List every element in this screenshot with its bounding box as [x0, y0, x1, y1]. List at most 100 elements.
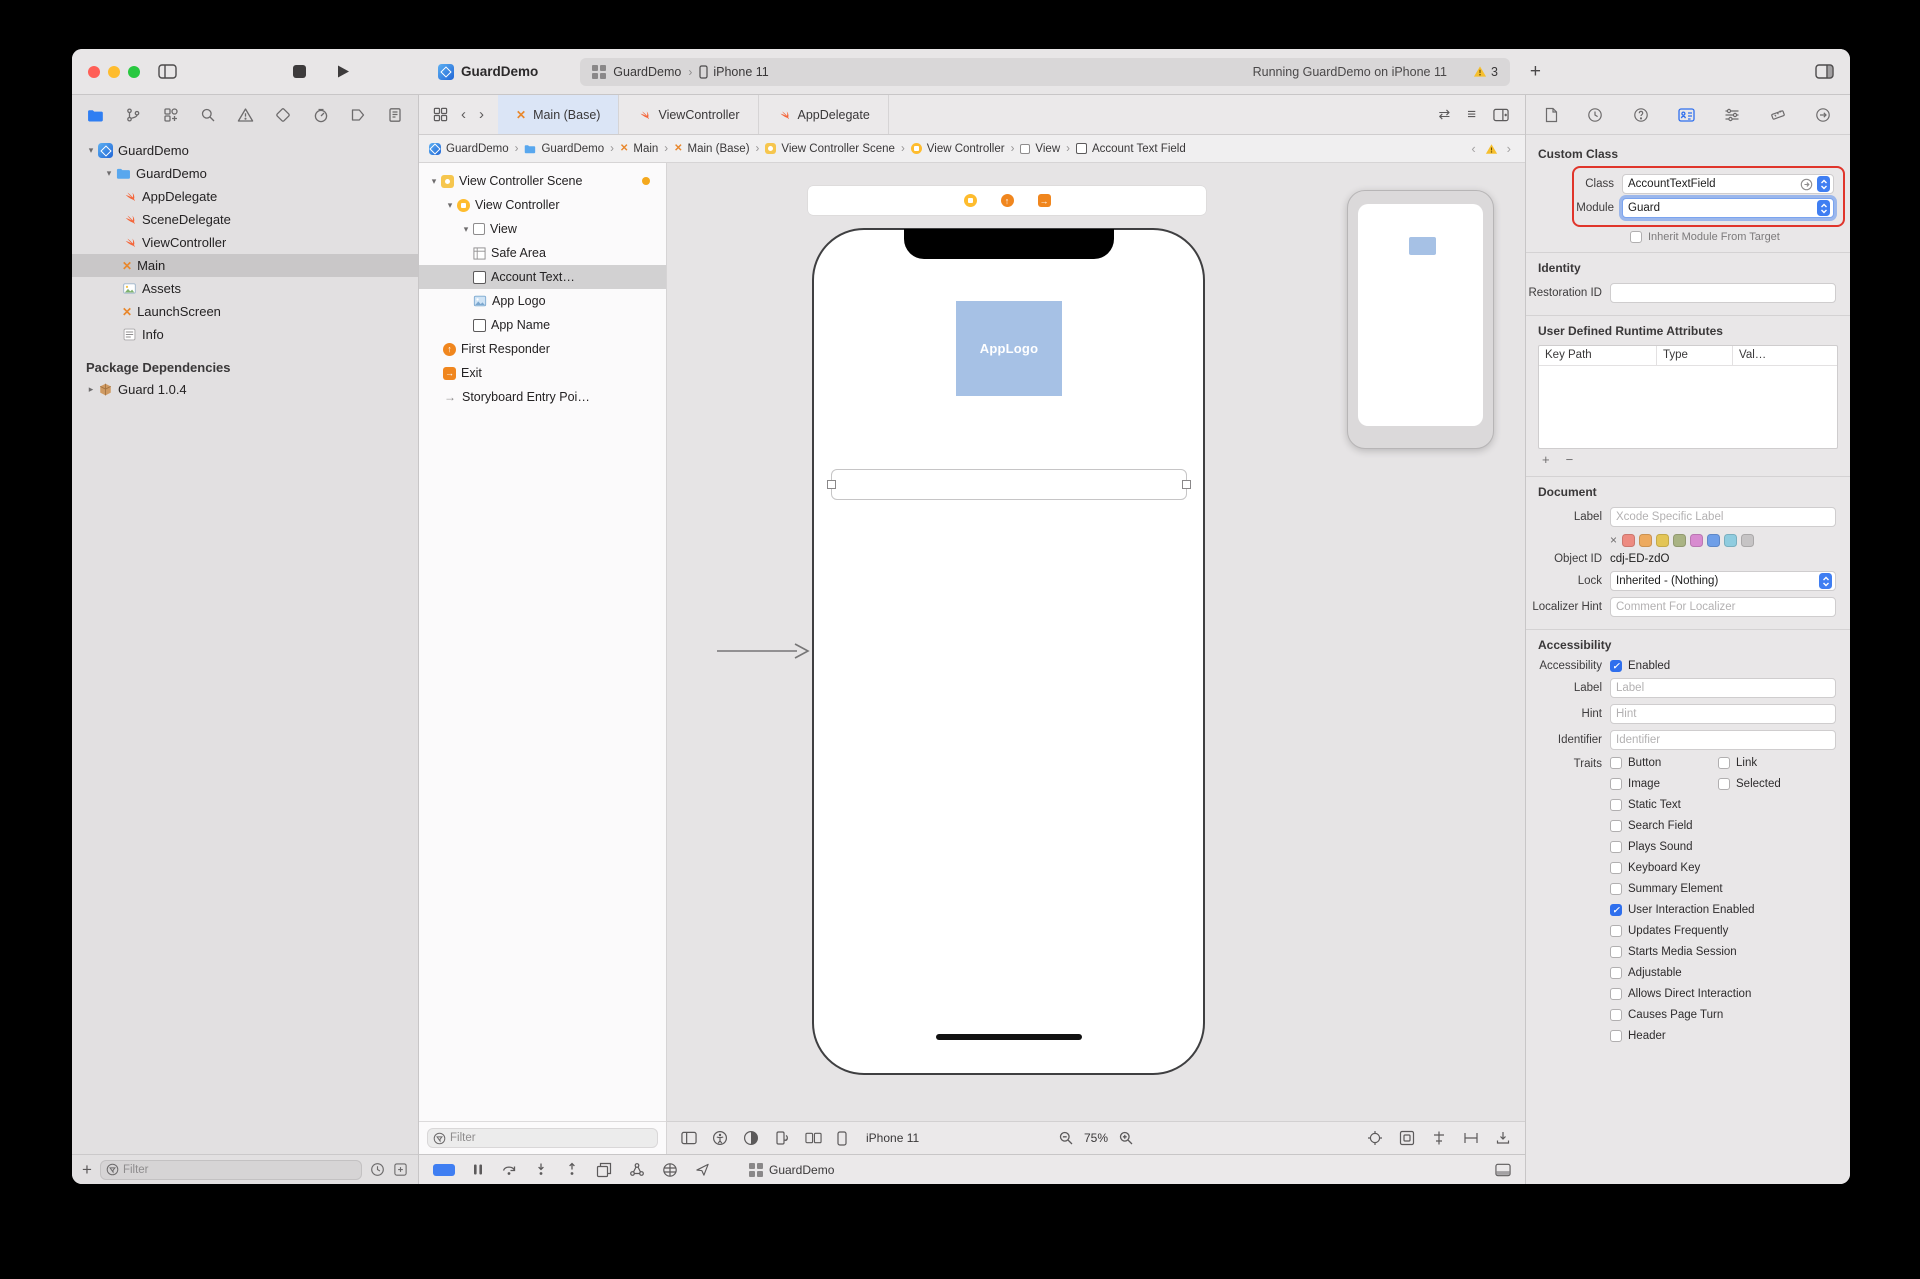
- pause-execution-icon[interactable]: [472, 1163, 484, 1176]
- orientation-icon[interactable]: [774, 1130, 790, 1146]
- resolve-autolayout-icon[interactable]: [1495, 1130, 1511, 1146]
- outline-row-view-controller[interactable]: ▾ View Controller: [419, 193, 666, 217]
- disclosure-icon[interactable]: ▸: [84, 384, 98, 395]
- restoration-id-input[interactable]: [1616, 287, 1830, 299]
- quick-help-inspector-tab-icon[interactable]: [1633, 107, 1649, 123]
- identity-inspector-tab-icon[interactable]: [1678, 107, 1695, 122]
- run-button[interactable]: [336, 64, 350, 79]
- accessibility-preview-icon[interactable]: [712, 1130, 728, 1146]
- navigator-row-project[interactable]: ▾ GuardDemo: [72, 139, 418, 162]
- project-navigator-tab-icon[interactable]: [87, 108, 104, 123]
- first-responder-icon[interactable]: ↑: [1000, 194, 1014, 207]
- navigator-row-info[interactable]: Info: [72, 323, 418, 346]
- align-icon[interactable]: [1431, 1130, 1447, 1146]
- simulate-location-icon[interactable]: [695, 1162, 710, 1177]
- previous-issue-icon[interactable]: ‹: [1471, 141, 1475, 156]
- breakpoints-navigator-tab-icon[interactable]: [350, 107, 366, 123]
- module-stepper-icon[interactable]: [1817, 200, 1830, 216]
- class-stepper-icon[interactable]: [1817, 176, 1830, 192]
- accessibility-hint-input[interactable]: [1616, 708, 1830, 720]
- trait-user-interaction-enabled[interactable]: ✓ User Interaction Enabled: [1610, 904, 1836, 916]
- trait-selected[interactable]: Selected: [1718, 778, 1836, 790]
- accessibility-identifier-field[interactable]: [1610, 730, 1836, 750]
- debug-session-label[interactable]: GuardDemo: [749, 1162, 834, 1177]
- go-forward-icon[interactable]: ›: [479, 106, 484, 123]
- module-popup-field[interactable]: Guard: [1622, 198, 1834, 218]
- related-items-icon[interactable]: [433, 107, 448, 122]
- add-editor-icon[interactable]: [1493, 108, 1509, 122]
- lock-stepper-icon[interactable]: [1819, 573, 1832, 589]
- lock-popup-field[interactable]: Inherited - (Nothing): [1610, 571, 1836, 591]
- outline-filter-input[interactable]: [450, 1132, 652, 1144]
- outline-row-app-name[interactable]: App Name: [419, 313, 666, 337]
- storyboard-entry-arrow[interactable]: [715, 639, 811, 663]
- label-color-chip[interactable]: [1656, 533, 1670, 547]
- account-text-field[interactable]: [827, 469, 1191, 500]
- canvas-device-name[interactable]: iPhone 11: [866, 1131, 919, 1145]
- trait-starts-media-session[interactable]: Starts Media Session: [1610, 946, 1836, 958]
- runtime-attributes-table[interactable]: Key Path Type Val…: [1538, 345, 1838, 449]
- jumpbar-crumb-view[interactable]: View: [1020, 143, 1060, 155]
- source-control-status-icon[interactable]: [393, 1162, 408, 1177]
- layout-variations-icon[interactable]: [805, 1131, 822, 1145]
- disclosure-icon[interactable]: ▾: [427, 176, 441, 187]
- symbols-navigator-tab-icon[interactable]: [163, 107, 179, 123]
- clear-color-icon[interactable]: ×: [1610, 533, 1617, 547]
- inherit-module-row[interactable]: Inherit Module From Target: [1630, 231, 1850, 243]
- tab-viewcontroller[interactable]: ViewController: [619, 95, 759, 134]
- navigator-row-viewcontroller[interactable]: ViewController: [72, 231, 418, 254]
- trait-causes-page-turn[interactable]: Causes Page Turn: [1610, 1009, 1836, 1021]
- navigator-row-scenedelegate[interactable]: SceneDelegate: [72, 208, 418, 231]
- label-color-chip[interactable]: [1724, 533, 1738, 547]
- selection-handle-left[interactable]: [827, 479, 836, 489]
- navigator-filter-field[interactable]: [99, 1159, 362, 1180]
- run-destination[interactable]: iPhone 11: [713, 65, 768, 79]
- step-out-icon[interactable]: [565, 1162, 579, 1177]
- memory-graph-icon[interactable]: [629, 1162, 645, 1178]
- size-inspector-tab-icon[interactable]: [1770, 107, 1786, 123]
- zoom-to-selection-icon[interactable]: [1367, 1130, 1383, 1146]
- document-label-input[interactable]: [1616, 511, 1830, 523]
- outline-row-exit[interactable]: → Exit: [419, 361, 666, 385]
- issues-navigator-tab-icon[interactable]: [237, 107, 254, 123]
- jumpbar-crumb-account-text-field[interactable]: Account Text Field: [1075, 143, 1186, 155]
- trait-allows-direct-interaction[interactable]: Allows Direct Interaction: [1610, 988, 1836, 1000]
- navigator-row-group[interactable]: ▾ GuardDemo: [72, 162, 418, 185]
- app-logo-image-view[interactable]: AppLogo: [956, 301, 1062, 396]
- label-color-chip[interactable]: [1639, 533, 1653, 547]
- jumpbar-crumb-project[interactable]: GuardDemo: [429, 142, 509, 155]
- label-color-chip[interactable]: [1673, 533, 1687, 547]
- outline-row-first-responder[interactable]: ↑ First Responder: [419, 337, 666, 361]
- navigator-row-main[interactable]: ✕ Main: [72, 254, 418, 277]
- accessibility-label-input[interactable]: [1616, 682, 1830, 694]
- device-selector-icon[interactable]: [837, 1130, 847, 1146]
- tab-appdelegate[interactable]: AppDelegate: [759, 95, 889, 134]
- label-color-chip[interactable]: [1690, 533, 1704, 547]
- checkbox-icon[interactable]: [1630, 231, 1642, 243]
- label-color-chip[interactable]: [1707, 533, 1721, 547]
- trait-search-field[interactable]: Search Field: [1610, 820, 1836, 832]
- outline-filter-field[interactable]: [427, 1128, 658, 1148]
- new-tab-button[interactable]: +: [1528, 62, 1543, 81]
- close-window-button[interactable]: [88, 65, 100, 78]
- outline-row-app-logo[interactable]: App Logo: [419, 289, 666, 313]
- go-back-icon[interactable]: ‹: [461, 106, 466, 123]
- outline-row-entry-point[interactable]: → Storyboard Entry Poi…: [419, 385, 666, 409]
- class-input[interactable]: [1628, 178, 1800, 190]
- canvas-stage[interactable]: ↑ → AppLogo: [667, 163, 1525, 1121]
- step-over-icon[interactable]: [501, 1162, 517, 1177]
- view-hierarchy-icon[interactable]: [596, 1162, 612, 1178]
- attributes-inspector-tab-icon[interactable]: [1724, 107, 1740, 123]
- add-file-button[interactable]: +: [82, 1161, 92, 1178]
- localizer-hint-input[interactable]: [1616, 601, 1830, 613]
- minimize-window-button[interactable]: [108, 65, 120, 78]
- embed-in-icon[interactable]: [1399, 1130, 1415, 1146]
- view-controller-icon[interactable]: [963, 194, 977, 207]
- tab-main-base[interactable]: ✕ Main (Base): [498, 95, 620, 134]
- next-issue-icon[interactable]: ›: [1507, 141, 1511, 156]
- restoration-id-field[interactable]: [1610, 283, 1836, 303]
- remove-attribute-button[interactable]: −: [1566, 452, 1574, 467]
- adjust-editor-options-icon[interactable]: ≡: [1467, 106, 1476, 123]
- connections-inspector-tab-icon[interactable]: [1815, 107, 1831, 123]
- disclosure-icon[interactable]: ▾: [102, 168, 116, 179]
